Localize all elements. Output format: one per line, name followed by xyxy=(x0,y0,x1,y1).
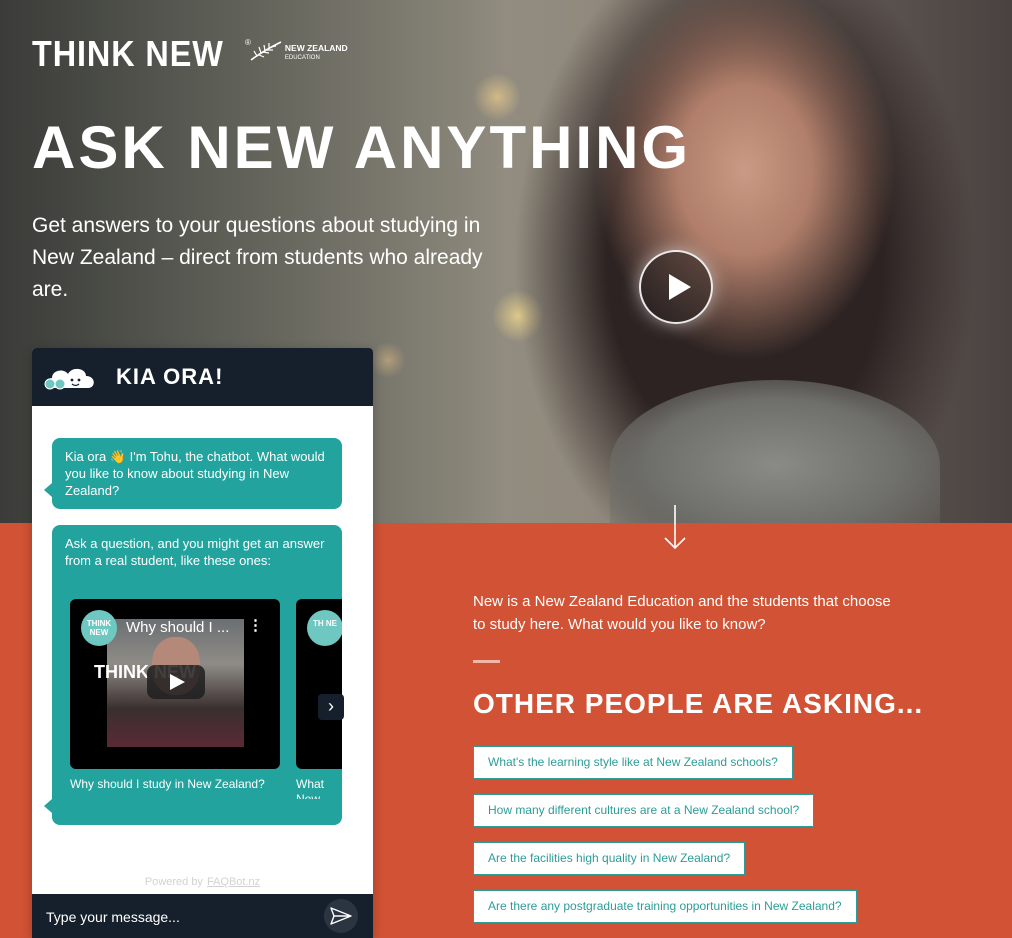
video-caption[interactable]: Why should I study in New Zealand? xyxy=(70,777,280,792)
info-text: New is a New Zealand Education and the s… xyxy=(473,593,891,633)
question-button[interactable]: How many different cultures are at a New… xyxy=(473,794,815,827)
chat-title: KIA ORA! xyxy=(116,364,224,389)
video-card[interactable]: THINK NEW THINK NEW Why should I ... ⋮ W… xyxy=(70,599,280,792)
nz-education-mark: NEW ZEALAND EDUCATION xyxy=(249,40,348,66)
hero-background-detail xyxy=(610,380,940,523)
cloud-mascot-icon xyxy=(44,368,94,390)
play-icon[interactable] xyxy=(147,665,205,699)
powered-by: Powered by FAQBot.nz xyxy=(32,876,373,888)
video-thumbnail[interactable]: TH NE xyxy=(296,599,342,769)
bot-message: Kia ora 👋 I'm Tohu, the chatbot. What wo… xyxy=(44,438,342,509)
fern-icon xyxy=(249,40,283,66)
section-divider xyxy=(473,660,500,663)
bot-prompt: Ask a question, and you might get an ans… xyxy=(65,536,325,568)
question-button[interactable]: Are the facilities high quality in New Z… xyxy=(473,842,746,875)
powered-label: Powered by xyxy=(144,876,203,888)
question-button[interactable]: Are there any postgraduate training oppo… xyxy=(473,890,857,923)
chatbot-widget: KIA ORA! Kia ora 👋 I'm Tohu, the chatbot… xyxy=(32,348,373,938)
send-icon[interactable] xyxy=(324,899,358,933)
video-caption[interactable]: What New xyxy=(296,777,342,799)
more-vert-icon[interactable]: ⋮ xyxy=(248,617,263,634)
video-thumbnail[interactable]: THINK NEW THINK NEW Why should I ... ⋮ xyxy=(70,599,280,769)
video-title: Why should I ... xyxy=(126,619,230,636)
play-icon[interactable] xyxy=(639,250,713,324)
faqbot-link[interactable]: FAQBot.nz xyxy=(207,876,260,888)
partner-line2: EDUCATION xyxy=(284,55,320,61)
logo-text: THINK NEW xyxy=(32,33,224,74)
channel-logo: TH NE xyxy=(307,610,342,646)
question-button[interactable]: What's the learning style like at New Ze… xyxy=(473,746,793,779)
chat-header: KIA ORA! xyxy=(32,348,373,406)
chevron-right-icon[interactable]: › xyxy=(318,694,344,720)
arrow-down-icon[interactable] xyxy=(663,503,687,551)
chat-message-input[interactable] xyxy=(44,904,318,930)
video-carousel: THINK NEW THINK NEW Why should I ... ⋮ W… xyxy=(70,599,342,799)
page-headline: ASK NEW ANYTHING xyxy=(32,114,692,181)
partner-line1: NEW ZEALAND xyxy=(284,43,348,53)
section-title: OTHER PEOPLE ARE ASKING... xyxy=(473,688,924,719)
chat-input-bar xyxy=(32,894,373,938)
think-new-logo[interactable]: THINK NEW ® NEW ZEALAND EDUCATION xyxy=(32,36,348,72)
channel-logo: THINK NEW xyxy=(81,610,117,646)
bot-message-videos: Ask a question, and you might get an ans… xyxy=(44,525,342,825)
hero-subtitle: Get answers to your questions about stud… xyxy=(32,214,483,301)
